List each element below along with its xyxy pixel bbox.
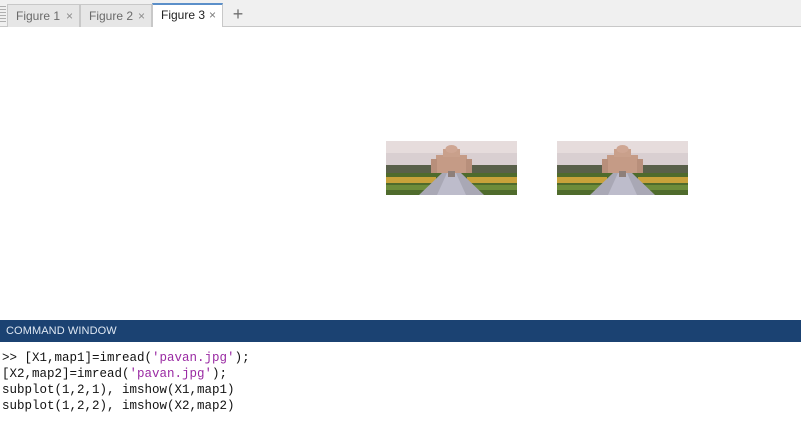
command-window-header: COMMAND WINDOW xyxy=(0,320,801,342)
command-line: [X2,map2]=imread('pavan.jpg'); xyxy=(2,366,801,382)
matlab-figure-window: Figure 1 × Figure 2 × Figure 3 × + COMMA… xyxy=(0,0,801,423)
command-window-body[interactable]: >> [X1,map1]=imread('pavan.jpg'); [X2,ma… xyxy=(0,342,801,423)
subplot-2-image xyxy=(557,141,688,195)
code-text: [X1,map1]=imread( xyxy=(24,351,153,365)
code-text: subplot(1,2,1), imshow(X1,map1) xyxy=(2,383,235,397)
tab-figure-2[interactable]: Figure 2 × xyxy=(80,4,152,27)
code-text: subplot(1,2,2), imshow(X2,map2) xyxy=(2,399,235,413)
figure-tab-bar: Figure 1 × Figure 2 × Figure 3 × + xyxy=(0,0,801,28)
figure-canvas xyxy=(0,27,801,320)
code-text: ); xyxy=(212,367,228,381)
tab-figure-3[interactable]: Figure 3 × xyxy=(152,3,223,28)
code-text: [X2,map2]=imread( xyxy=(2,367,130,381)
close-icon[interactable]: × xyxy=(138,5,145,27)
string-literal: 'pavan.jpg' xyxy=(129,367,213,381)
temple-photo-icon xyxy=(386,141,517,195)
temple-photo-icon xyxy=(557,141,688,195)
string-literal: 'pavan.jpg' xyxy=(152,351,235,365)
command-line: subplot(1,2,1), imshow(X1,map1) xyxy=(2,382,801,398)
tab-label: Figure 2 xyxy=(89,9,134,23)
code-text: ); xyxy=(234,351,250,365)
prompt: >> xyxy=(2,351,25,365)
add-tab-icon[interactable]: + xyxy=(229,3,247,25)
command-line: subplot(1,2,2), imshow(X2,map2) xyxy=(2,398,801,414)
close-icon[interactable]: × xyxy=(66,5,73,27)
subplot-1-image xyxy=(386,141,517,195)
command-line: >> [X1,map1]=imread('pavan.jpg'); xyxy=(2,350,801,366)
close-icon[interactable]: × xyxy=(209,5,216,26)
grip-icon[interactable] xyxy=(0,6,6,22)
tab-label: Figure 1 xyxy=(16,9,61,23)
tab-label: Figure 3 xyxy=(161,8,206,22)
tab-figure-1[interactable]: Figure 1 × xyxy=(7,4,80,27)
